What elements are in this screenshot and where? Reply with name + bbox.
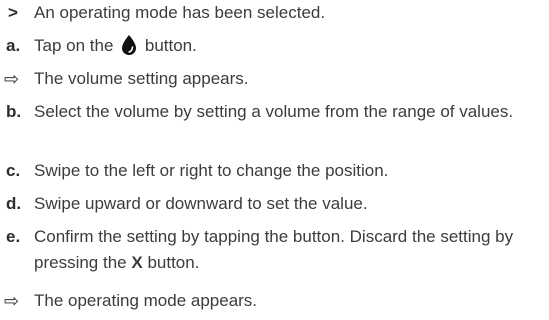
- step-text-a: Tap on the button.: [34, 33, 534, 63]
- step-text-e-before: Confirm the setting by tapping the butto…: [34, 227, 514, 272]
- prerequisite-text: An operating mode has been selected.: [34, 3, 326, 22]
- step-marker-b: b.: [6, 102, 22, 121]
- step-text-a-before: Tap on the: [34, 36, 114, 55]
- result-arrow-icon: ⇨: [4, 69, 20, 89]
- result-arrow-icon: ⇨: [4, 291, 20, 311]
- step-item-a: a. Tap on the button.: [0, 33, 534, 63]
- step-marker-d: d.: [6, 194, 22, 213]
- step-text-b: Select the volume by setting a volume fr…: [34, 102, 514, 121]
- result-text-2: The operating mode appears.: [34, 291, 258, 310]
- step-item-e: e. Confirm the setting by tapping the bu…: [0, 224, 534, 276]
- step-marker-c: c.: [6, 161, 21, 180]
- step-item-c: c. Swipe to the left or right to change …: [0, 158, 534, 184]
- step-item-d: d. Swipe upward or downward to set the v…: [0, 191, 534, 217]
- step-text-c: Swipe to the left or right to change the…: [34, 161, 389, 180]
- x-button-label: X: [131, 253, 143, 272]
- step-marker-a: a.: [6, 36, 21, 55]
- step-text-e-after: button.: [147, 253, 200, 272]
- result-item-1: ⇨ The volume setting appears.: [0, 66, 534, 92]
- prerequisite-marker: >: [8, 3, 18, 22]
- drop-icon: [121, 35, 137, 63]
- result-item-2: ⇨ The operating mode appears.: [0, 288, 534, 314]
- step-text-a-after: button.: [144, 36, 197, 55]
- result-text-1: The volume setting appears.: [34, 69, 249, 88]
- instruction-list: > An operating mode has been selected. a…: [0, 0, 549, 320]
- step-item-b: b. Select the volume by setting a volume…: [0, 99, 534, 125]
- step-text-e: Confirm the setting by tapping the butto…: [34, 224, 534, 276]
- prerequisite-item: > An operating mode has been selected.: [0, 0, 534, 26]
- step-text-d: Swipe upward or downward to set the valu…: [34, 194, 368, 213]
- step-marker-e: e.: [6, 227, 21, 246]
